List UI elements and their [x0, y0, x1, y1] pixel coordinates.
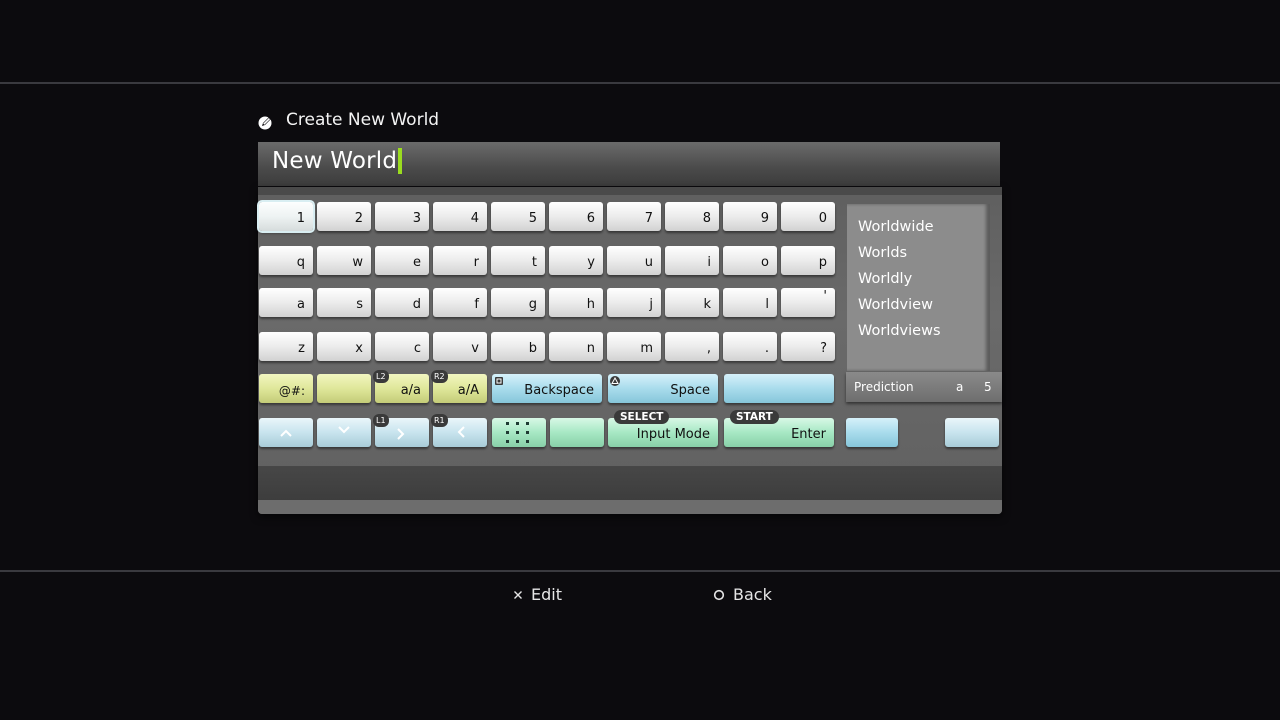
key-e[interactable]: e: [375, 246, 429, 275]
green-blank-key[interactable]: [550, 418, 604, 447]
start-badge: START: [730, 410, 779, 424]
text-caret: [398, 148, 403, 174]
square-button-icon: [495, 377, 503, 385]
input-mode-key[interactable]: SELECT Input Mode: [608, 410, 718, 447]
key-y[interactable]: y: [549, 246, 603, 275]
pencil-icon: [258, 116, 272, 130]
l1-badge: L1: [373, 414, 389, 427]
cross-button-icon: [514, 590, 522, 599]
key-q[interactable]: q: [259, 246, 313, 275]
key-k[interactable]: k: [665, 288, 719, 317]
key-apostrophe[interactable]: ': [781, 288, 835, 317]
grid-dots-icon: [506, 422, 529, 443]
key-comma[interactable]: ,: [665, 332, 719, 361]
prediction-item[interactable]: Worldwide: [858, 219, 934, 235]
key-1[interactable]: 1: [259, 202, 313, 231]
page-title: Create New World: [286, 110, 440, 130]
key-d[interactable]: d: [375, 288, 429, 317]
cursor-right-key[interactable]: L1: [373, 414, 429, 447]
key-period[interactable]: .: [723, 332, 777, 361]
dialog-title-row: Create New World: [258, 108, 439, 132]
lowercase-key[interactable]: L2 a/a: [373, 370, 429, 403]
circle-button-icon: [713, 589, 725, 600]
backspace-key[interactable]: Backspace: [492, 374, 602, 403]
prediction-item[interactable]: Worldviews: [858, 323, 941, 339]
key-o[interactable]: o: [723, 246, 777, 275]
space-key[interactable]: Space: [608, 374, 718, 403]
key-p[interactable]: p: [781, 246, 835, 275]
key-6[interactable]: 6: [549, 202, 603, 231]
cursor-left-key[interactable]: R1: [431, 414, 487, 447]
key-z[interactable]: z: [259, 332, 313, 361]
r1-badge: R1: [431, 414, 448, 427]
edit-button[interactable]: Edit: [513, 585, 562, 604]
prediction-lightblue-key[interactable]: [945, 418, 999, 447]
key-2[interactable]: 2: [317, 202, 371, 231]
prediction-label: Prediction: [854, 380, 914, 394]
on-screen-keyboard: 1 2 3 4 5 6 7 8 9 0 q w e r t y u i o p …: [258, 187, 1002, 514]
key-j[interactable]: j: [607, 288, 661, 317]
key-g[interactable]: g: [491, 288, 545, 317]
key-7[interactable]: 7: [607, 202, 661, 231]
prediction-blue-key[interactable]: [846, 418, 898, 447]
keypad-layout-key[interactable]: [492, 418, 546, 447]
key-3[interactable]: 3: [375, 202, 429, 231]
chevron-right-icon: [397, 428, 405, 440]
back-button[interactable]: Back: [713, 585, 772, 604]
key-i[interactable]: i: [665, 246, 719, 275]
enter-key[interactable]: START Enter: [724, 410, 834, 447]
prediction-mode: a: [956, 380, 964, 394]
prediction-count: 5: [984, 380, 992, 394]
key-4[interactable]: 4: [433, 202, 487, 231]
key-9[interactable]: 9: [723, 202, 777, 231]
key-w[interactable]: w: [317, 246, 371, 275]
key-n[interactable]: n: [549, 332, 603, 361]
chevron-left-icon: [457, 426, 465, 438]
chevron-down-icon: [338, 426, 350, 434]
prediction-status-bar: Prediction a 5: [846, 372, 1002, 402]
symbols-key[interactable]: @#:: [259, 374, 313, 403]
key-m[interactable]: m: [607, 332, 661, 361]
key-s[interactable]: s: [317, 288, 371, 317]
prediction-item[interactable]: Worldview: [858, 297, 933, 313]
blue-blank-key[interactable]: [724, 374, 834, 403]
bottom-divider: [0, 570, 1280, 572]
yellow-blank-key[interactable]: [317, 374, 371, 403]
world-name-input[interactable]: New World: [258, 142, 1000, 186]
key-8[interactable]: 8: [665, 202, 719, 231]
prediction-list: Worldwide Worlds Worldly Worldview World…: [847, 204, 990, 371]
top-divider: [0, 82, 1280, 84]
key-b[interactable]: b: [491, 332, 545, 361]
key-r[interactable]: r: [433, 246, 487, 275]
key-question[interactable]: ?: [781, 332, 835, 361]
keyboard-bottom-strip: [258, 466, 1002, 500]
key-0[interactable]: 0: [781, 202, 835, 231]
cursor-up-key[interactable]: [259, 418, 313, 447]
chevron-up-icon: [280, 429, 292, 437]
uppercase-key[interactable]: R2 a/A: [431, 370, 487, 403]
key-c[interactable]: c: [375, 332, 429, 361]
cursor-down-key[interactable]: [317, 418, 371, 447]
key-h[interactable]: h: [549, 288, 603, 317]
world-name-value: New World: [272, 148, 398, 174]
key-t[interactable]: t: [491, 246, 545, 275]
key-l[interactable]: l: [723, 288, 777, 317]
prediction-item[interactable]: Worlds: [858, 245, 907, 261]
key-x[interactable]: x: [317, 332, 371, 361]
select-badge: SELECT: [614, 410, 670, 424]
key-a[interactable]: a: [259, 288, 313, 317]
prediction-item[interactable]: Worldly: [858, 271, 912, 287]
triangle-button-icon: [610, 376, 620, 386]
r2-badge: R2: [431, 370, 448, 383]
key-u[interactable]: u: [607, 246, 661, 275]
key-v[interactable]: v: [433, 332, 487, 361]
key-f[interactable]: f: [433, 288, 487, 317]
key-5[interactable]: 5: [491, 202, 545, 231]
l2-badge: L2: [373, 370, 389, 383]
